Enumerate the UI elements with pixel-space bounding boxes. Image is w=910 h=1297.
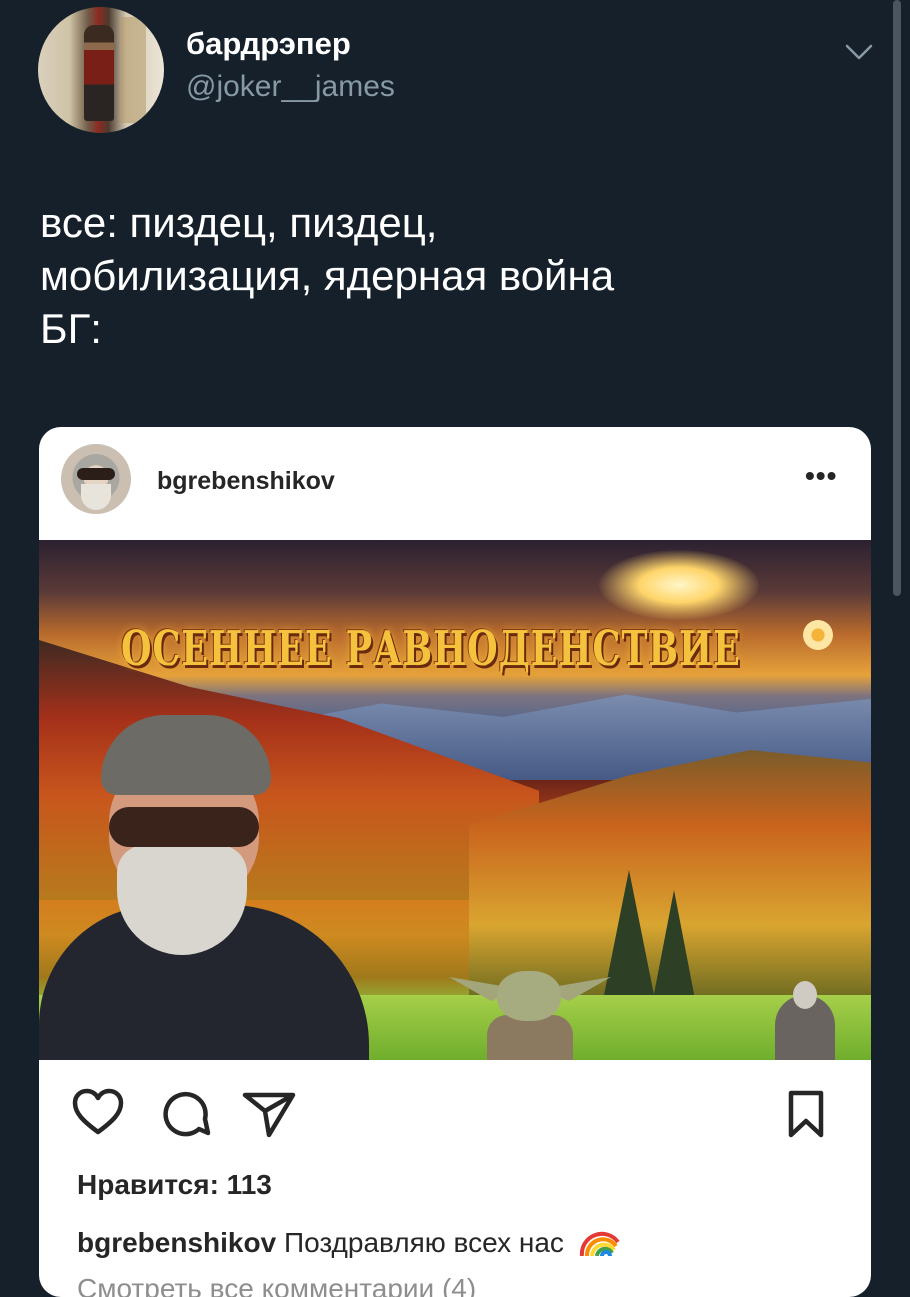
- scrollbar[interactable]: [893, 0, 901, 596]
- tweet-avatar[interactable]: [38, 7, 164, 133]
- avatar-glasses: [77, 468, 115, 480]
- rainbow-icon: [579, 1231, 620, 1256]
- wizard-figure: [775, 981, 835, 1060]
- avatar-beard: [81, 484, 111, 510]
- send-icon: [242, 1092, 296, 1138]
- sunglasses: [109, 807, 259, 847]
- baby-yoda: [449, 965, 611, 1060]
- caption-username: bgrebenshikov: [77, 1227, 277, 1258]
- view-all-comments-link: Смотреть все комментарии (4): [77, 1273, 477, 1297]
- man-in-cap: [39, 715, 369, 1060]
- tweet-text-line: все: пиздец, пиздец,: [40, 199, 438, 246]
- instagram-avatar: [61, 444, 131, 514]
- flower-icon: [803, 620, 833, 650]
- instagram-photo: ОСЕННЕЕ РАВНОДЕНСТВИЕ: [39, 540, 871, 1060]
- bookmark-icon: [788, 1090, 824, 1138]
- tweet-text-line: мобилизация, ядерная война: [40, 252, 615, 299]
- avatar-background: [120, 17, 146, 123]
- likes-count: Нравится: 113: [77, 1169, 272, 1200]
- comment-icon: [163, 1091, 211, 1137]
- head: [497, 971, 561, 1021]
- sun: [599, 550, 759, 620]
- instagram-username: bgrebenshikov: [157, 467, 335, 495]
- tweet-text: все: пиздец, пиздец, мобилизация, ядерна…: [40, 196, 880, 355]
- heart-icon: [72, 1088, 124, 1135]
- chevron-down-icon[interactable]: [844, 40, 874, 64]
- photo-title: ОСЕННЕЕ РАВНОДЕНСТВИЕ: [121, 622, 741, 678]
- robe: [487, 1015, 573, 1060]
- caption-text: Поздравляю всех нас: [283, 1227, 564, 1258]
- instagram-screenshot[interactable]: bgrebenshikov ••• ОСЕННЕЕ РАВНОДЕНСТВИЕ: [39, 427, 871, 1297]
- tweet-author-name[interactable]: бардрэпер: [186, 26, 351, 62]
- tweet-text-line: БГ:: [40, 305, 102, 352]
- avatar-person: [84, 25, 114, 121]
- instagram-caption: bgrebenshikov Поздравляю всех нас: [77, 1222, 622, 1259]
- cap: [101, 715, 271, 795]
- more-options-icon: •••: [805, 460, 838, 491]
- tweet-author-handle[interactable]: @joker__james: [186, 70, 395, 104]
- instagram-actions-bar: [39, 1087, 871, 1147]
